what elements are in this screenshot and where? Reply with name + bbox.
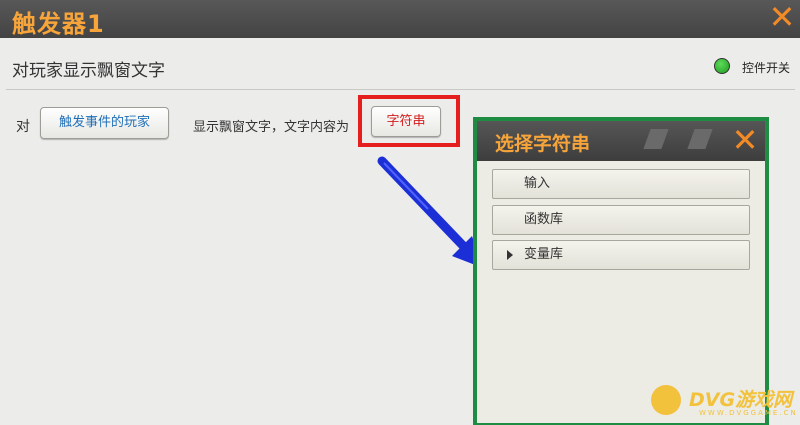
watermark-text: DVG游戏网 xyxy=(689,389,793,411)
site-watermark: DVG游戏网 WWW.DVGGAME.CN xyxy=(647,381,797,421)
picker-item-variable-library[interactable]: 变量库 xyxy=(492,240,750,270)
picker-item-label: 函数库 xyxy=(524,212,564,227)
picker-item-label: 输入 xyxy=(524,176,551,191)
gamepad-icon xyxy=(651,385,681,415)
picker-header: 选择字符串 ✕ xyxy=(477,121,765,161)
picker-item-function-library[interactable]: 函数库 xyxy=(492,205,750,235)
picker-title: 选择字符串 xyxy=(495,133,591,155)
header-decoration xyxy=(687,129,713,149)
header-decoration xyxy=(643,129,669,149)
watermark-url: WWW.DVGGAME.CN xyxy=(699,409,798,417)
expand-caret-icon[interactable] xyxy=(507,250,513,260)
string-picker-panel: 选择字符串 ✕ 输入 函数库 变量库 xyxy=(473,117,769,425)
close-x-icon[interactable]: ✕ xyxy=(729,123,761,157)
picker-item-input[interactable]: 输入 xyxy=(492,169,750,199)
picker-item-label: 变量库 xyxy=(524,247,564,262)
